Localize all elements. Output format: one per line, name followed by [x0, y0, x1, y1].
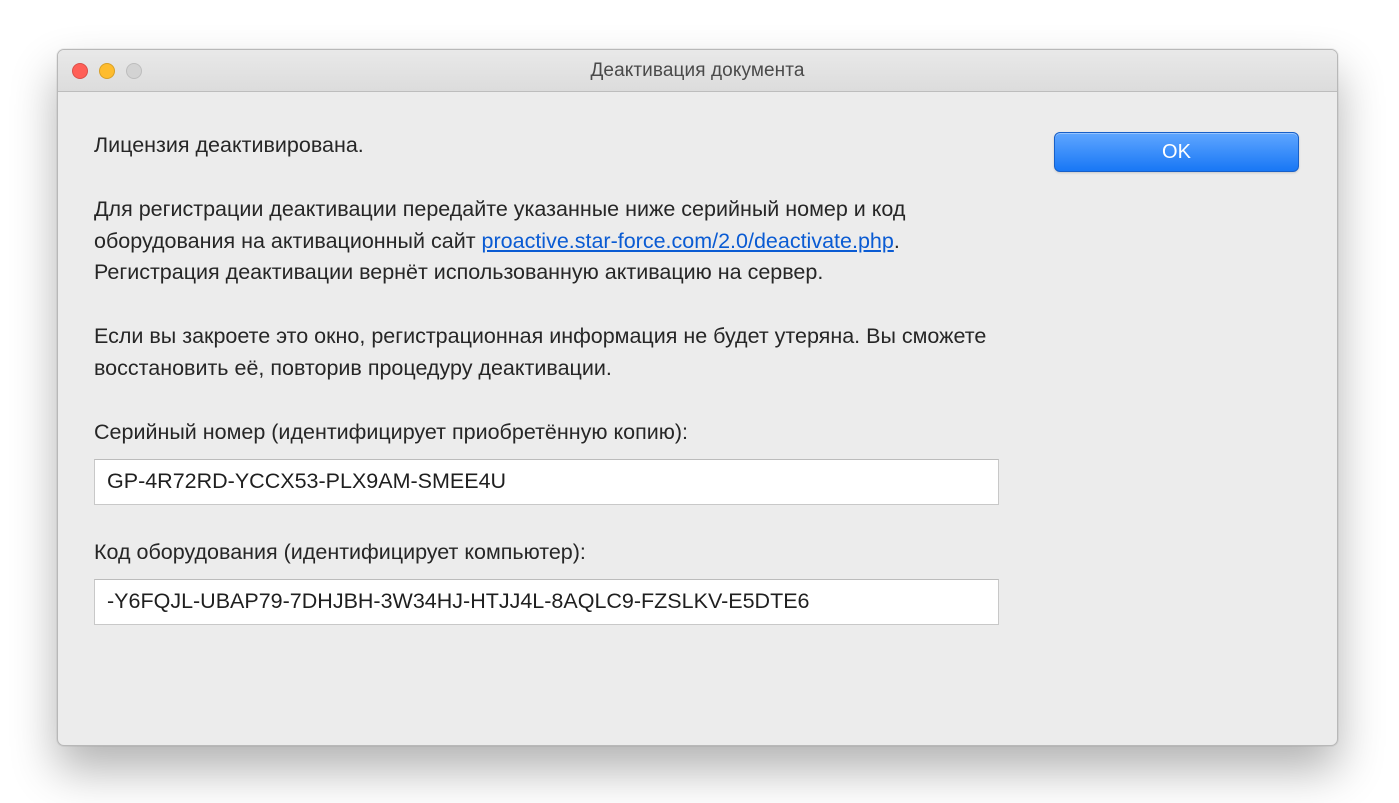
serial-label: Серийный номер (идентифицирует приобретё…: [94, 417, 999, 449]
dialog-window: Деактивация документа Лицензия деактивир…: [57, 49, 1338, 746]
desktop: Деактивация документа Лицензия деактивир…: [0, 0, 1399, 803]
deactivation-link[interactable]: proactive.star-force.com/2.0/deactivate.…: [482, 229, 894, 253]
zoom-icon: [126, 63, 142, 79]
message-recovery: Если вы закроете это окно, регистрационн…: [94, 321, 999, 385]
message-instructions: Для регистрации деактивации передайте ук…: [94, 194, 999, 289]
minimize-icon[interactable]: [99, 63, 115, 79]
button-column: OK: [999, 130, 1301, 172]
window-title: Деактивация документа: [590, 60, 804, 82]
hardware-code-label: Код оборудования (идентифицирует компьют…: [94, 537, 999, 569]
dialog-content: Лицензия деактивирована. Для регистрации…: [58, 92, 1337, 745]
ok-button[interactable]: OK: [1054, 132, 1299, 172]
titlebar[interactable]: Деактивация документа: [58, 50, 1337, 92]
message-deactivated: Лицензия деактивирована.: [94, 130, 999, 162]
window-controls: [72, 50, 142, 92]
close-icon[interactable]: [72, 63, 88, 79]
hardware-code-input[interactable]: [94, 579, 999, 625]
serial-input[interactable]: [94, 459, 999, 505]
message-column: Лицензия деактивирована. Для регистрации…: [94, 130, 999, 625]
